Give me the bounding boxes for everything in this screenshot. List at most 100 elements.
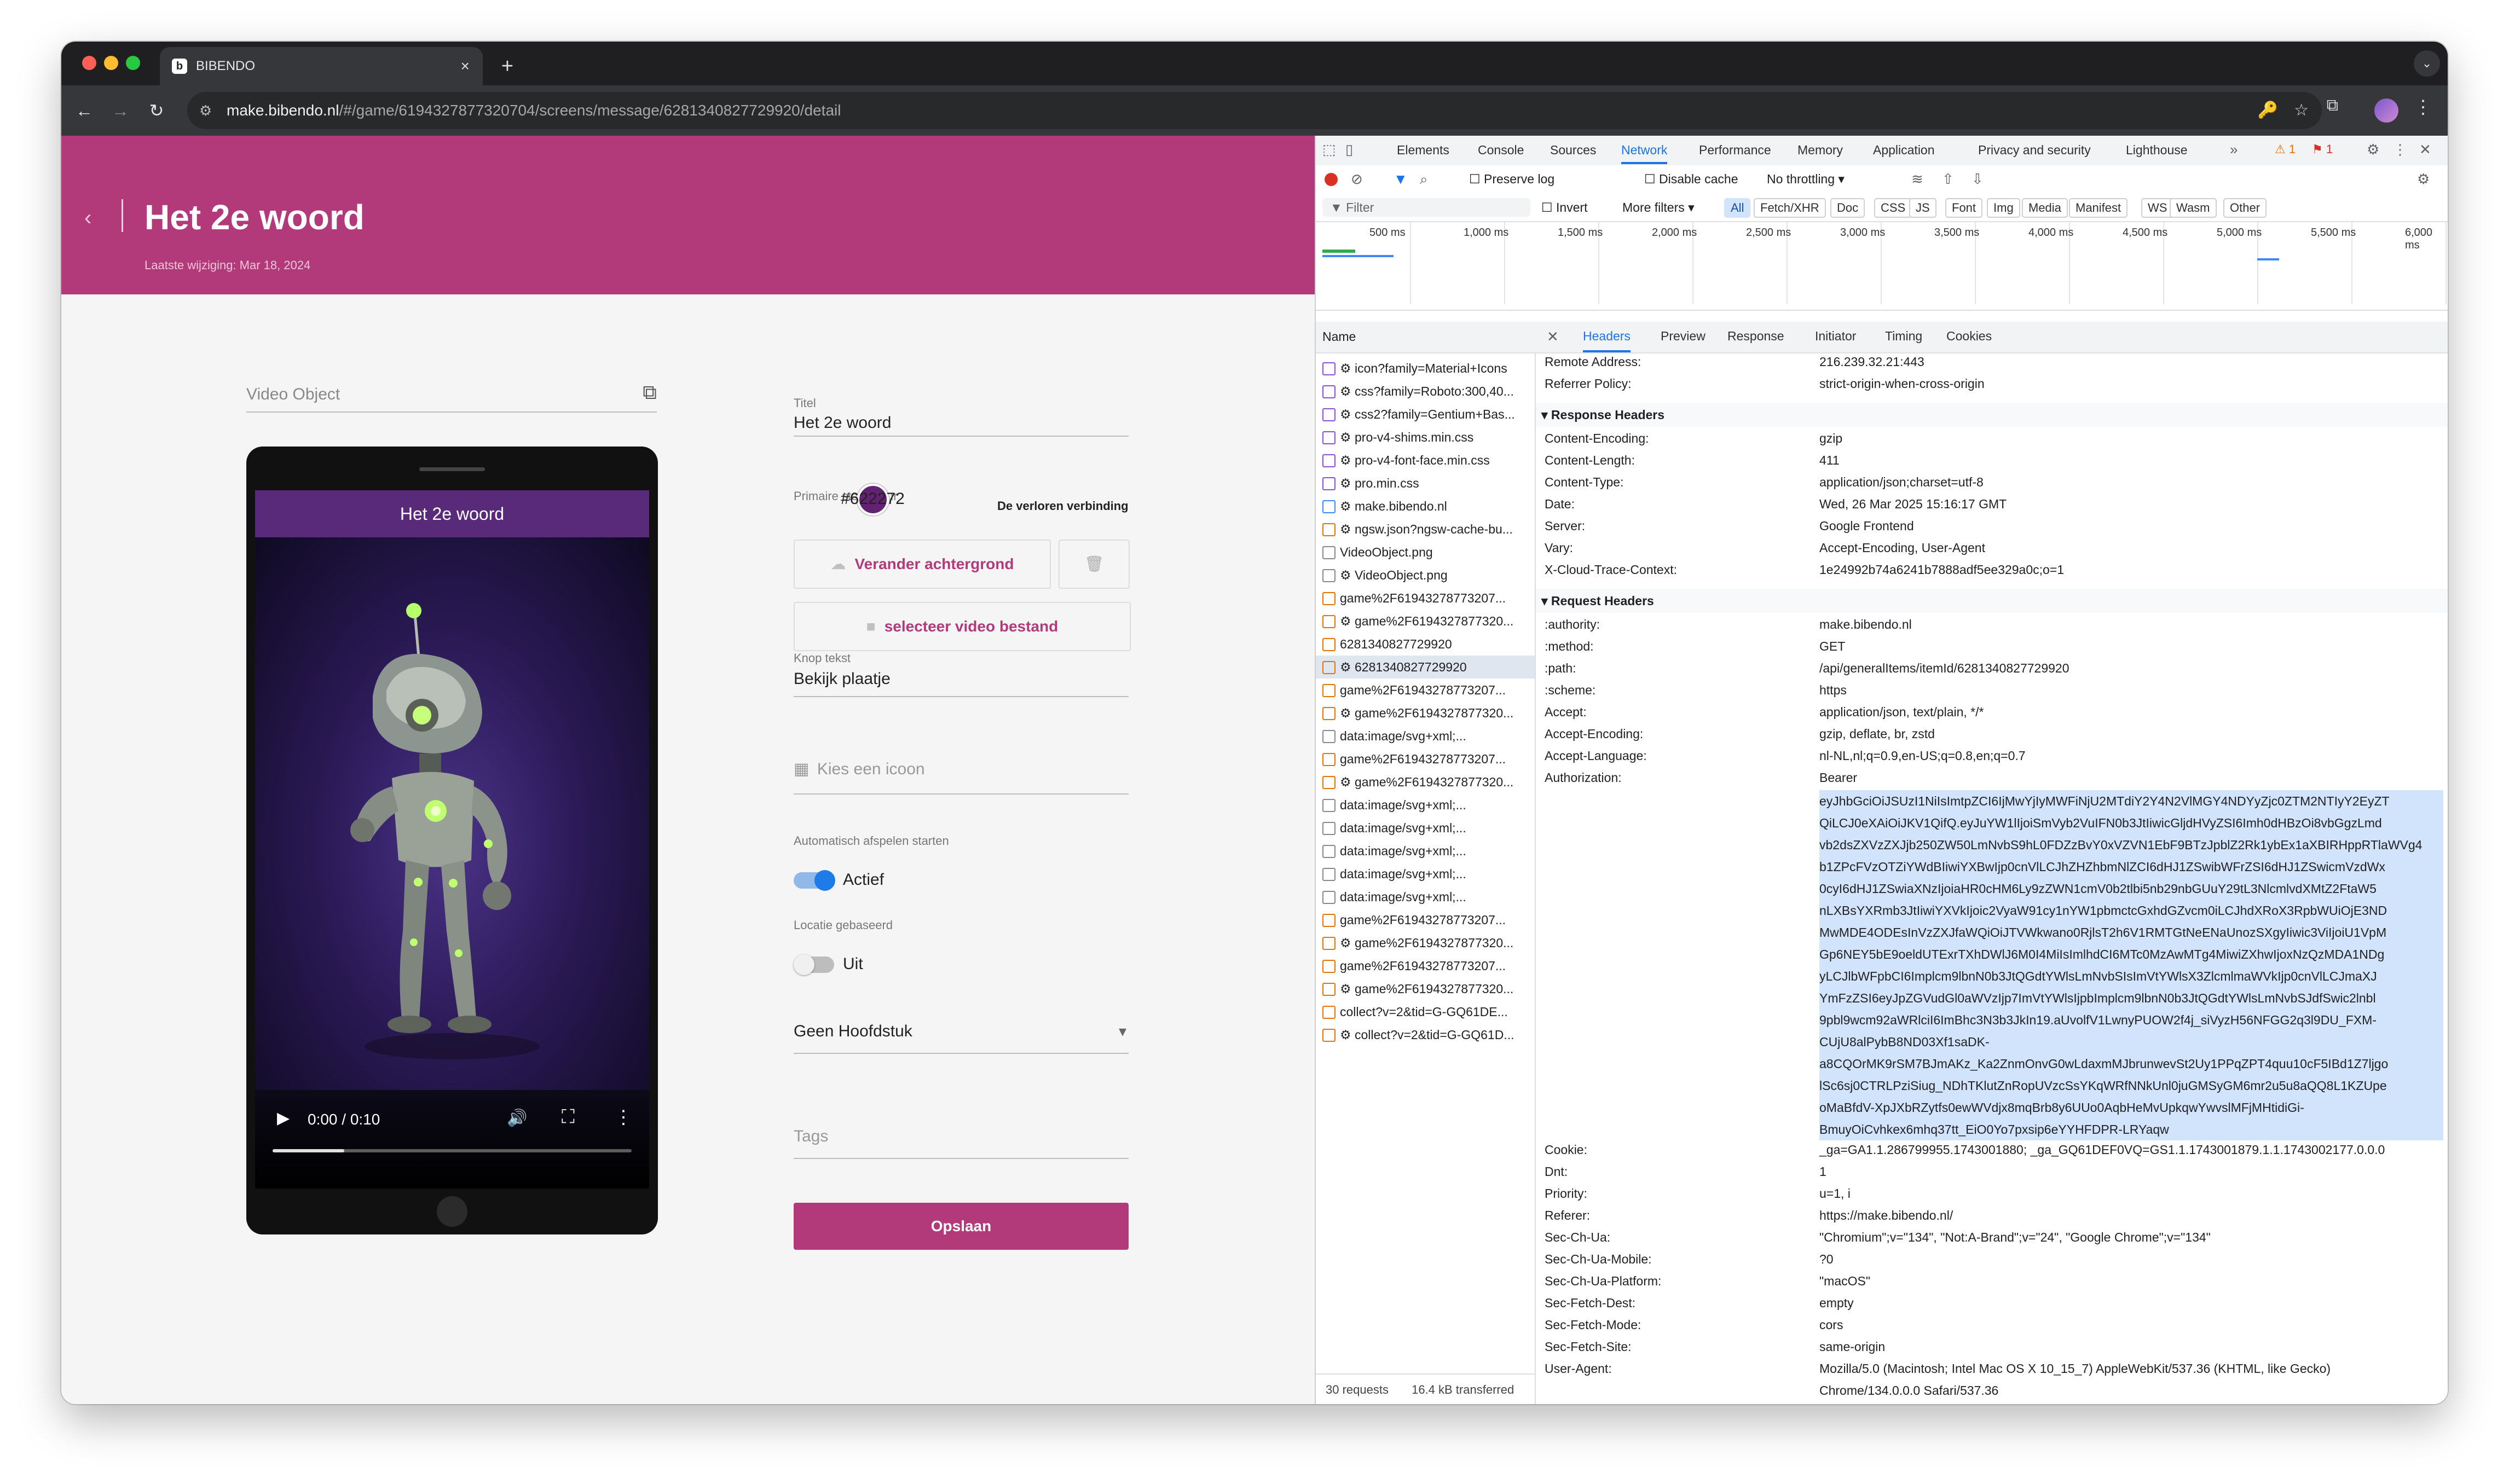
network-timeline[interactable]: 500 ms 1,000 ms 1,500 ms 2,000 ms 2,500 ms 3,… bbox=[1316, 222, 2448, 311]
request-row[interactable]: data:image/svg+xml;... bbox=[1316, 862, 1535, 885]
name-column-header[interactable]: Name bbox=[1322, 329, 1356, 344]
filter-icon[interactable]: ▼ bbox=[1394, 171, 1408, 188]
devtools-tab-lighthouse[interactable]: Lighthouse bbox=[2126, 136, 2188, 164]
response-headers-title[interactable]: ▾ Response Headers bbox=[1536, 403, 2448, 427]
filter-type-font[interactable]: Font bbox=[1945, 198, 1983, 218]
request-row[interactable]: ⚙ pro.min.css bbox=[1316, 472, 1535, 495]
disable-cache-checkbox[interactable]: ☐ Disable cache bbox=[1644, 172, 1738, 187]
devtools-tab-performance[interactable]: Performance bbox=[1699, 136, 1771, 164]
delete-background-button[interactable]: 🗑 bbox=[1059, 540, 1130, 589]
invert-checkbox[interactable]: ☐ Invert bbox=[1541, 200, 1588, 215]
inspect-element-icon[interactable]: ⬚ bbox=[1322, 141, 1336, 158]
preserve-log-checkbox[interactable]: ☐ Preserve log bbox=[1469, 172, 1554, 187]
close-detail-icon[interactable]: ✕ bbox=[1547, 328, 1559, 345]
network-conditions-icon[interactable]: ≋ bbox=[1911, 171, 1923, 188]
device-toolbar-icon[interactable]: ▯ bbox=[1345, 141, 1353, 158]
password-key-icon[interactable]: 🔑 bbox=[2258, 92, 2278, 129]
clear-icon[interactable]: ⊘ bbox=[1351, 171, 1363, 188]
icon-picker-field[interactable]: ▦ Kies een icoon bbox=[794, 760, 1129, 798]
site-info-icon[interactable]: ⚙ bbox=[199, 92, 212, 129]
extensions-icon[interactable]: ⧉ bbox=[2327, 96, 2338, 115]
more-filters-dropdown[interactable]: More filters ▾ bbox=[1622, 200, 1695, 215]
request-row[interactable]: collect?v=2&tid=G-GQ61DE... bbox=[1316, 1000, 1535, 1023]
request-row[interactable]: game%2F61943278773207... bbox=[1316, 587, 1535, 610]
request-row[interactable]: ⚙ game%2F6194327877320... bbox=[1316, 702, 1535, 724]
devtools-settings-icon[interactable]: ⚙ bbox=[2367, 141, 2379, 158]
import-har-icon[interactable]: ⇧ bbox=[1942, 171, 1954, 188]
zoom-window-button[interactable] bbox=[126, 56, 140, 70]
detail-tab-initiator[interactable]: Initiator bbox=[1815, 322, 1856, 350]
filter-type-wasm[interactable]: Wasm bbox=[2170, 198, 2217, 218]
autoplay-toggle[interactable] bbox=[794, 870, 835, 891]
request-row[interactable]: ⚙ icon?family=Material+Icons bbox=[1316, 357, 1535, 380]
video-progress-track[interactable] bbox=[273, 1149, 632, 1152]
video-more-icon[interactable]: ⋮ bbox=[614, 1106, 633, 1128]
request-row[interactable]: ⚙ collect?v=2&tid=G-GQ61D... bbox=[1316, 1023, 1535, 1046]
video-frame[interactable] bbox=[255, 537, 649, 1090]
reload-icon[interactable]: ↻ bbox=[144, 98, 169, 123]
save-button[interactable]: Opslaan bbox=[794, 1203, 1129, 1250]
close-window-button[interactable] bbox=[82, 56, 96, 70]
play-icon[interactable]: ▶ bbox=[277, 1109, 290, 1128]
request-row[interactable]: ⚙ pro-v4-shims.min.css bbox=[1316, 426, 1535, 449]
network-settings-icon[interactable]: ⚙ bbox=[2417, 171, 2430, 188]
request-row[interactable]: data:image/svg+xml;... bbox=[1316, 885, 1535, 908]
warnings-badge[interactable]: ⚠ 1 bbox=[2275, 142, 2296, 156]
filter-type-all[interactable]: All bbox=[1724, 198, 1751, 218]
request-row[interactable]: data:image/svg+xml;... bbox=[1316, 816, 1535, 839]
title-field[interactable]: Titel Het 2e woord bbox=[794, 396, 1129, 437]
search-icon[interactable]: ⌕ bbox=[1420, 171, 1428, 188]
color-value[interactable]: #622272 bbox=[841, 490, 905, 508]
devtools-tab-application[interactable]: Application bbox=[1873, 136, 1935, 164]
tags-field[interactable]: Tags bbox=[794, 1127, 1129, 1160]
record-icon[interactable] bbox=[1325, 173, 1338, 186]
request-row[interactable]: ⚙ pro-v4-font-face.min.css bbox=[1316, 449, 1535, 472]
button-text-input[interactable]: Bekijk plaatje bbox=[794, 670, 1129, 688]
devtools-tab-network[interactable]: Network bbox=[1621, 136, 1668, 164]
request-row[interactable]: 6281340827729920 bbox=[1316, 633, 1535, 656]
location-toggle[interactable] bbox=[794, 954, 834, 975]
throttling-select[interactable]: No throttling ▾ bbox=[1767, 172, 1845, 187]
video-object-field[interactable]: Video Object ⧉ bbox=[246, 376, 657, 413]
request-row[interactable]: data:image/svg+xml;... bbox=[1316, 839, 1535, 862]
request-row[interactable]: VideoObject.png bbox=[1316, 541, 1535, 564]
request-row[interactable]: ⚙ css2?family=Gentium+Bas... bbox=[1316, 403, 1535, 426]
filter-type-doc[interactable]: Doc bbox=[1830, 198, 1865, 218]
request-row[interactable]: ⚙ game%2F6194327877320... bbox=[1316, 977, 1535, 1000]
detail-tab-headers[interactable]: Headers bbox=[1583, 322, 1631, 352]
select-frame-icon[interactable]: ⧉ bbox=[643, 381, 657, 404]
errors-badge[interactable]: ⚑ 1 bbox=[2312, 142, 2333, 156]
devtools-tab-sources[interactable]: Sources bbox=[1550, 136, 1596, 164]
filter-type-other[interactable]: Other bbox=[2223, 198, 2267, 218]
request-row[interactable]: game%2F61943278773207... bbox=[1316, 954, 1535, 977]
request-row[interactable]: data:image/svg+xml;... bbox=[1316, 724, 1535, 747]
request-row[interactable]: ⚙ game%2F6194327877320... bbox=[1316, 610, 1535, 633]
request-row[interactable]: ⚙ make.bibendo.nl bbox=[1316, 495, 1535, 518]
change-background-button[interactable]: ☁ Verander achtergrond bbox=[794, 540, 1051, 589]
filter-input[interactable]: ▼ Filter bbox=[1322, 198, 1530, 217]
browser-menu-icon[interactable]: ⋮ bbox=[2414, 96, 2432, 118]
filter-type-js[interactable]: JS bbox=[1909, 198, 1936, 218]
request-headers-title[interactable]: ▾ Request Headers bbox=[1536, 589, 2448, 613]
select-video-button[interactable]: ■ selecteer video bestand bbox=[794, 602, 1131, 651]
filter-type-ws[interactable]: WS bbox=[2141, 198, 2174, 218]
detail-tab-preview[interactable]: Preview bbox=[1661, 322, 1706, 350]
devtools-tab-memory[interactable]: Memory bbox=[1797, 136, 1843, 164]
volume-icon[interactable]: 🔊 bbox=[507, 1109, 527, 1128]
chapter-select[interactable]: Geen Hoofdstuk ▾ bbox=[794, 1022, 1129, 1055]
request-row[interactable]: ⚙ game%2F6194327877320... bbox=[1316, 770, 1535, 793]
request-row[interactable]: game%2F61943278773207... bbox=[1316, 679, 1535, 702]
more-tabs-icon[interactable]: » bbox=[2230, 141, 2238, 158]
profile-avatar[interactable] bbox=[2374, 98, 2398, 123]
address-bar[interactable]: ⚙ make.bibendo.nl/#/game/619432787732070… bbox=[187, 92, 2322, 129]
devtools-menu-icon[interactable]: ⋮ bbox=[2393, 141, 2407, 158]
filter-type-css[interactable]: CSS bbox=[1874, 198, 1912, 218]
detail-tab-response[interactable]: Response bbox=[1727, 322, 1784, 350]
title-input[interactable]: Het 2e woord bbox=[794, 414, 1129, 432]
tab-search-button[interactable]: ⌄ bbox=[2414, 50, 2440, 77]
devtools-tab-console[interactable]: Console bbox=[1478, 136, 1524, 164]
forward-arrow-icon[interactable]: → bbox=[108, 98, 132, 123]
button-text-field[interactable]: Knop tekst Bekijk plaatje bbox=[794, 651, 1129, 697]
bookmark-star-icon[interactable]: ☆ bbox=[2294, 92, 2309, 129]
devtools-tab-privacy-and-security[interactable]: Privacy and security bbox=[1978, 136, 2091, 164]
